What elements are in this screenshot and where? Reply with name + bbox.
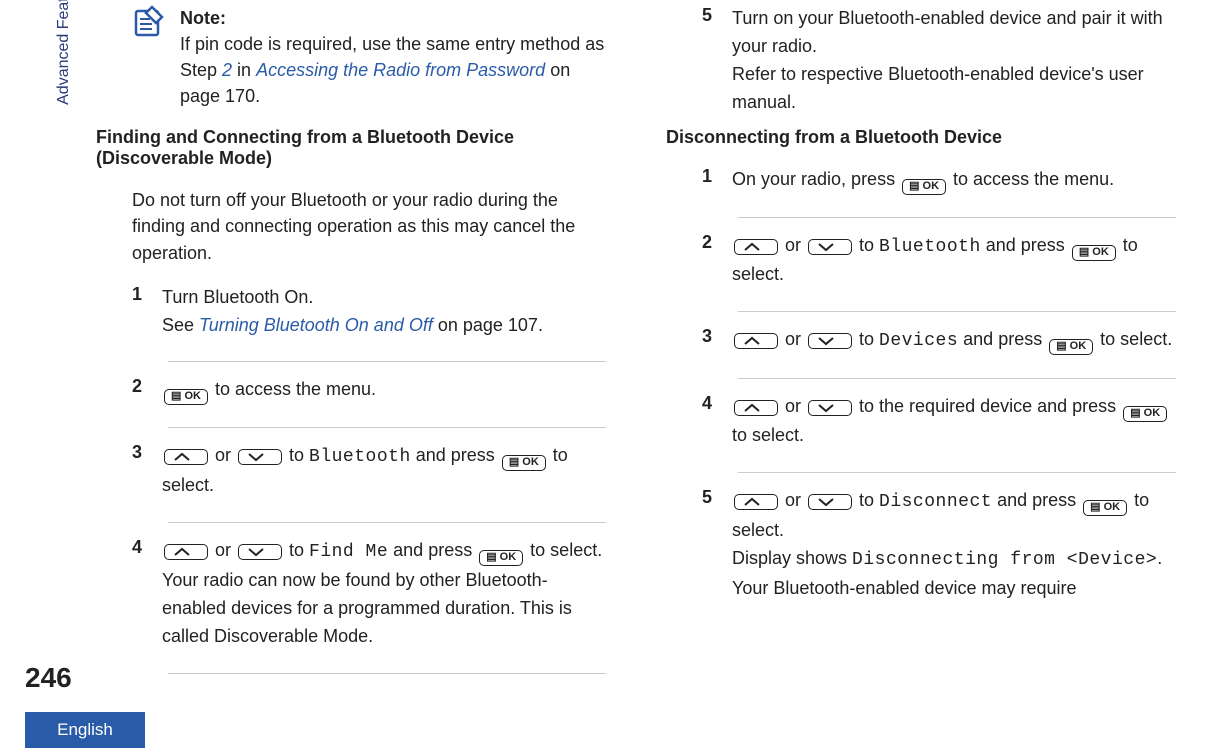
up-key-icon — [734, 400, 778, 416]
step-separator — [168, 427, 606, 428]
note-icon — [132, 5, 166, 109]
step-link[interactable]: Turning Bluetooth On and Off — [199, 315, 433, 335]
down-key-icon — [808, 333, 852, 349]
note-label: Note: — [180, 8, 226, 28]
step-link-pre: See — [162, 315, 199, 335]
step-separator — [738, 311, 1176, 312]
menu-target: Bluetooth — [309, 447, 411, 467]
step-number: 5 — [702, 5, 716, 117]
up-key-icon — [734, 333, 778, 349]
down-key-icon — [238, 449, 282, 465]
step: 3 or to Bluetooth and press ▤ OK to sele… — [132, 442, 606, 500]
down-key-icon — [808, 400, 852, 416]
step: 1 On your radio, press ▤ OK to access the… — [702, 166, 1176, 195]
step-body: or to Bluetooth and press ▤ OK to select… — [732, 232, 1176, 290]
note-link[interactable]: Accessing the Radio from Password — [256, 60, 545, 80]
menu-target: Find Me — [309, 542, 388, 562]
step-number: 2 — [132, 376, 146, 405]
step: 4 or to the required device and press ▤ … — [702, 393, 1176, 450]
step-separator — [168, 522, 606, 523]
step-separator — [738, 472, 1176, 473]
note-block: Note: If pin code is required, use the s… — [132, 5, 606, 109]
up-key-icon — [734, 239, 778, 255]
side-tab: Advanced Features in Connect Plus Mode — [55, 0, 73, 170]
step-number: 2 — [702, 232, 716, 290]
ok-key-icon: ▤ OK — [1049, 339, 1093, 355]
step: 1 Turn Bluetooth On.See Turning Bluetooth… — [132, 284, 606, 340]
note-step-link[interactable]: 2 — [222, 60, 232, 80]
step: 2 ▤ OK to access the menu. — [132, 376, 606, 405]
menu-target: Devices — [879, 331, 958, 351]
section-a-title: Finding and Connecting from a Bluetooth … — [96, 127, 606, 169]
ok-key-icon: ▤ OK — [1123, 406, 1167, 422]
step: 5Turn on your Bluetooth-enabled device a… — [702, 5, 1176, 117]
ok-key-icon: ▤ OK — [1083, 500, 1127, 516]
step-body: ▤ OK to access the menu. — [162, 376, 376, 405]
language-tab: English — [25, 712, 145, 748]
ok-key-icon: ▤ OK — [502, 455, 546, 471]
down-key-icon — [808, 494, 852, 510]
section-a-intro: Do not turn off your Bluetooth or your r… — [132, 187, 606, 265]
up-key-icon — [164, 449, 208, 465]
step: 5 or to Disconnect and press ▤ OK to sel… — [702, 487, 1176, 603]
section-b-steps: 1 On your radio, press ▤ OK to access the… — [702, 166, 1176, 603]
step-number: 1 — [132, 284, 146, 340]
up-key-icon — [734, 494, 778, 510]
step-body: or to Disconnect and press ▤ OK to selec… — [732, 487, 1176, 603]
step: 4 or to Find Me and press ▤ OK to select… — [132, 537, 606, 651]
menu-target: Bluetooth — [879, 237, 981, 257]
step-body: or to Devices and press ▤ OK to select. — [732, 326, 1172, 356]
up-key-icon — [164, 544, 208, 560]
step: 2 or to Bluetooth and press ▤ OK to sele… — [702, 232, 1176, 290]
step-separator — [738, 378, 1176, 379]
ok-key-icon: ▤ OK — [164, 389, 208, 405]
down-key-icon — [238, 544, 282, 560]
step-body: or to Find Me and press ▤ OK to select.Y… — [162, 537, 606, 651]
ok-key-icon: ▤ OK — [479, 550, 523, 566]
step: 3 or to Devices and press ▤ OK to select… — [702, 326, 1176, 356]
step-number: 3 — [132, 442, 146, 500]
step-separator — [738, 217, 1176, 218]
step-separator — [168, 361, 606, 362]
note-text-mid: in — [232, 60, 256, 80]
display-text: Disconnecting from <Device> — [852, 550, 1157, 570]
step-body: Turn on your Bluetooth-enabled device an… — [732, 5, 1176, 117]
step-body: Turn Bluetooth On.See Turning Bluetooth … — [162, 284, 543, 340]
step-body: or to Bluetooth and press ▤ OK to select… — [162, 442, 606, 500]
step-number: 4 — [132, 537, 146, 651]
ok-key-icon: ▤ OK — [902, 179, 946, 195]
step-body: or to the required device and press ▤ OK… — [732, 393, 1176, 450]
ok-key-icon: ▤ OK — [1072, 245, 1116, 261]
step-number: 4 — [702, 393, 716, 450]
step-number: 3 — [702, 326, 716, 356]
menu-target: Disconnect — [879, 492, 992, 512]
step-number: 1 — [702, 166, 716, 195]
page-content: Note: If pin code is required, use the s… — [96, 5, 1176, 685]
section-b-title: Disconnecting from a Bluetooth Device — [666, 127, 1176, 148]
down-key-icon — [808, 239, 852, 255]
step-body: On your radio, press ▤ OK to access the … — [732, 166, 1114, 195]
step-separator — [168, 673, 606, 674]
page-number: 246 — [25, 662, 72, 694]
step-link-suf: on page 107. — [433, 315, 543, 335]
step-number: 5 — [702, 487, 716, 603]
